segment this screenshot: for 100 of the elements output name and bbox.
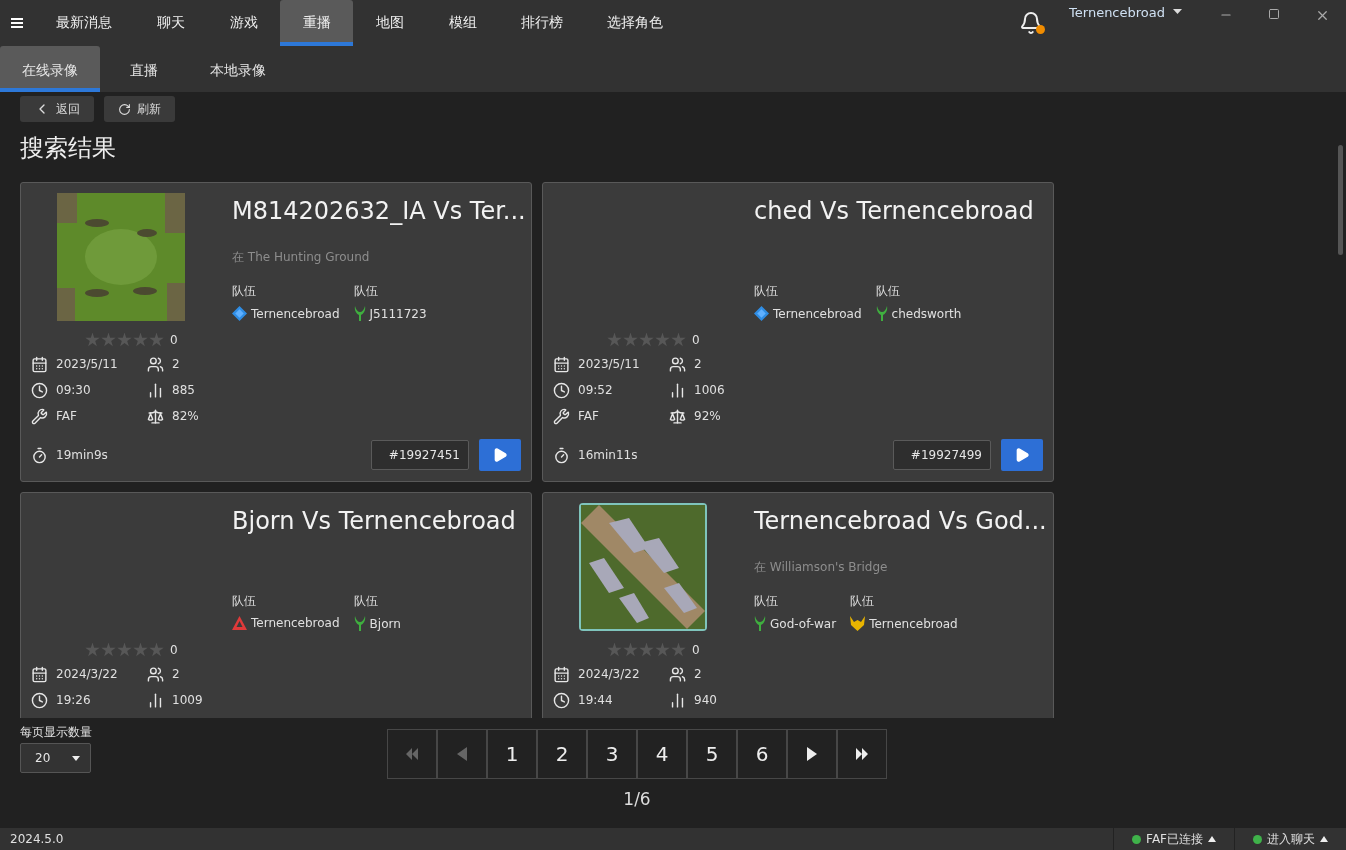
nav-tab[interactable]: 游戏 [207,0,280,46]
bar-chart-icon [147,691,164,709]
page-button[interactable]: 5 [687,729,737,780]
team-label: 队伍 [232,593,257,610]
caret-icon [1208,836,1216,842]
date-text: 2024/3/22 [578,667,640,681]
star-rating[interactable] [607,332,686,348]
refresh-button[interactable]: 刷新 [104,96,175,122]
page-button[interactable]: 6 [737,729,787,780]
status-label: 进入聊天 [1267,830,1315,848]
duration-text: 19min9s [56,448,108,462]
next-page-button[interactable] [787,729,837,780]
people-icon [669,355,686,373]
page-button[interactable]: 2 [537,729,587,780]
leaf-icon [353,306,366,321]
nav-tab[interactable]: 选择角色 [585,0,685,46]
nav-tab[interactable]: 模组 [426,0,499,46]
date-text: 2024/3/22 [56,667,118,681]
time-text: 19:44 [578,693,613,707]
wrench-icon [31,407,48,425]
team-label: 队伍 [754,593,779,610]
mod-text: FAF [56,409,77,423]
scrollbar-thumb[interactable] [1337,145,1343,255]
star-rating[interactable] [85,642,164,658]
clock-icon [31,691,48,709]
clock-icon [553,691,570,709]
sub-tab[interactable]: 本地录像 [188,46,288,92]
replay-id-field[interactable]: #19927499 [893,440,991,470]
section-title: 搜索结果 [20,133,117,164]
page-button[interactable]: 3 [587,729,637,780]
page-button[interactable]: 4 [637,729,687,780]
bar-chart-icon [669,381,686,399]
rating-count: 0 [170,643,178,657]
version-text: 2024.5.0 [9,832,65,846]
bar-chart-icon [669,691,686,709]
nav-tab[interactable]: 重播 [280,0,353,46]
stopwatch-icon [553,446,570,464]
team-label: 队伍 [875,283,901,300]
player-count: 2 [694,667,702,681]
calendar-icon [31,355,48,373]
double-right-icon [855,748,869,761]
double-left-icon [405,748,419,761]
player-name: Ternencebroad [773,306,862,321]
page-size-select[interactable]: 20 [20,743,91,774]
star-rating[interactable] [607,642,686,658]
sub-tab[interactable]: 在线录像 [0,46,100,92]
nav-tab[interactable]: 最新消息 [34,0,134,46]
calendar-icon [553,665,570,683]
player-count: 2 [172,357,180,371]
star-rating[interactable] [85,332,164,348]
caret-icon [1320,836,1328,842]
status-item[interactable]: FAF已连接 [1113,828,1234,850]
people-icon [669,665,686,683]
mod-text: FAF [578,409,599,423]
rating-text: 1006 [694,383,725,397]
player-name: Bjorn [369,616,401,631]
team-label: 队伍 [850,593,876,610]
replay-title: M814202632_IA Vs Ter... [232,197,521,227]
bar-chart-icon [147,381,164,399]
nav-tab[interactable]: 地图 [353,0,426,46]
time-text: 19:26 [56,693,91,707]
nav-tab[interactable]: 聊天 [134,0,207,46]
refresh-icon [118,102,131,116]
time-text: 09:52 [578,383,613,397]
player-name: J5111723 [369,306,427,321]
crest-icon [850,616,866,631]
player-count: 2 [172,667,180,681]
people-icon [147,665,164,683]
calendar-icon [553,355,570,373]
play-button[interactable] [479,439,521,471]
diamond-icon [754,306,769,321]
rating-count: 0 [692,333,700,347]
time-text: 09:30 [56,383,91,397]
player-name: God-of-war [770,616,837,631]
team-label: 队伍 [232,283,257,300]
replay-title: Ternencebroad Vs God... [754,507,1043,537]
people-icon [147,355,164,373]
player-name: Ternencebroad [251,306,340,321]
user-menu[interactable]: Ternencebroad [1057,0,1202,46]
replay-id-field[interactable]: #19927451 [371,440,469,470]
maximize-icon[interactable] [1268,8,1280,20]
back-button[interactable]: 返回 [20,96,94,122]
page-status: 1/6 [623,789,651,810]
caret-icon [72,755,80,761]
nav-tab[interactable]: 排行榜 [499,0,585,46]
rating-text: 885 [172,383,195,397]
leaf-icon [353,616,366,631]
rating-count: 0 [692,643,700,657]
calendar-icon [31,665,48,683]
right-triangle-icon [807,747,817,762]
play-button[interactable] [1001,439,1043,471]
scale-icon [669,407,686,425]
status-item[interactable]: 进入聊天 [1234,828,1346,850]
date-text: 2023/5/11 [56,357,118,371]
last-page-button[interactable] [837,729,887,780]
page-button[interactable]: 1 [487,729,537,780]
map-name: 在 Williamson's Bridge [754,560,888,574]
replay-title: ched Vs Ternencebroad [754,197,1035,227]
sub-tab[interactable]: 直播 [108,46,180,92]
wrench-icon [553,407,570,425]
